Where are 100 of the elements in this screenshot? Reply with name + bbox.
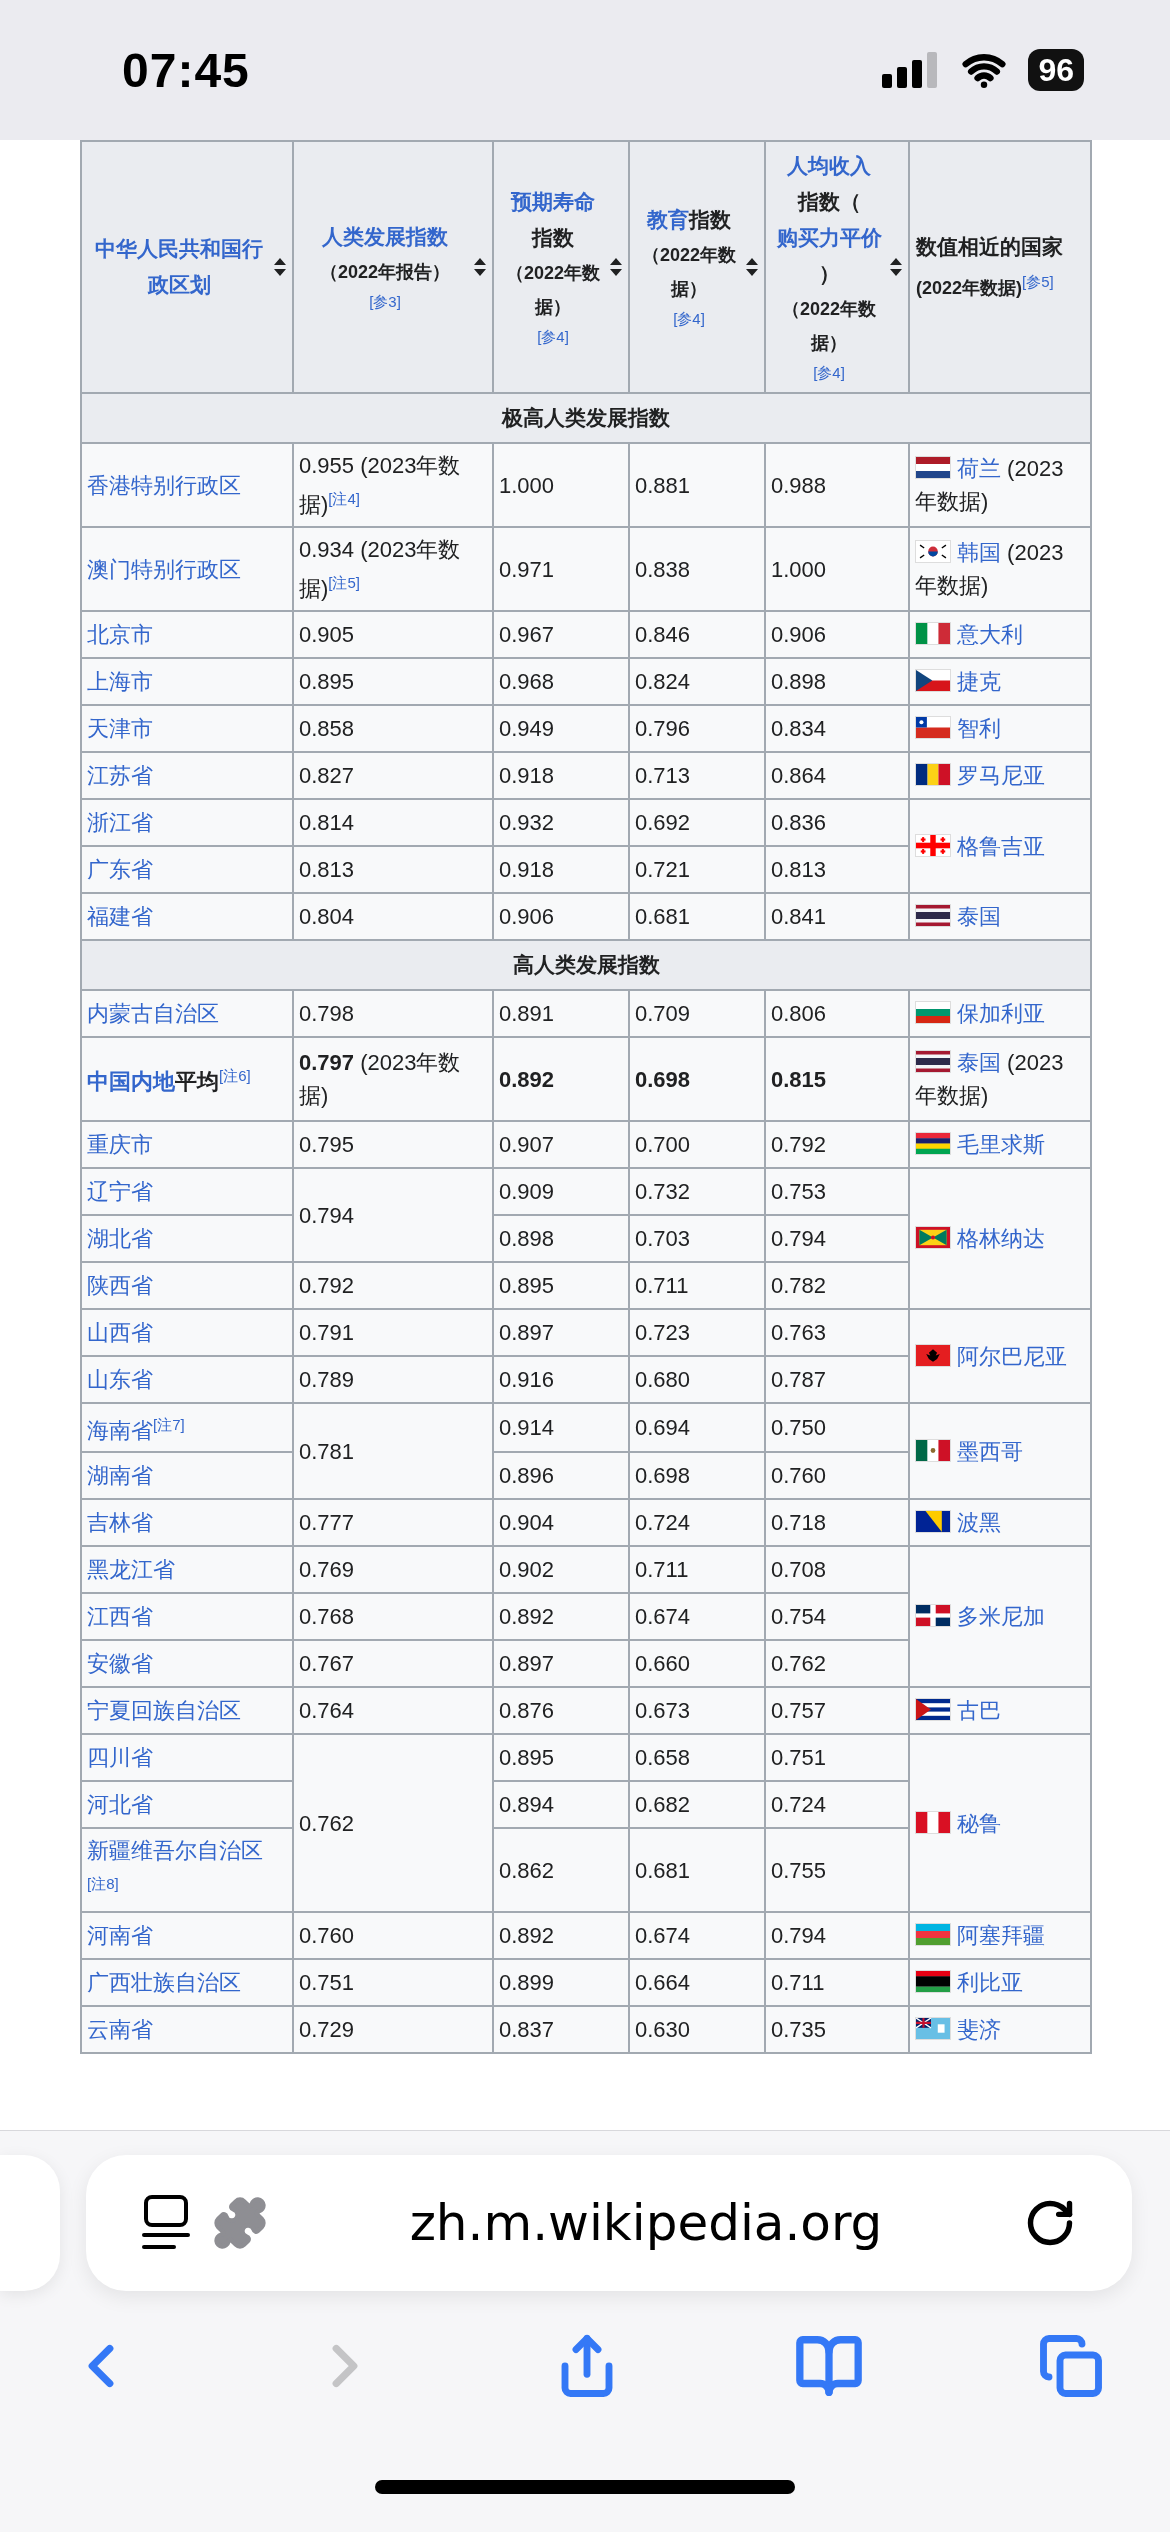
region-link[interactable]: 河北省 bbox=[87, 1792, 153, 1818]
region-link[interactable]: 新疆维吾尔自治区 bbox=[87, 1838, 263, 1864]
sort-icon[interactable] bbox=[610, 258, 622, 276]
country-link[interactable]: 利比亚 bbox=[957, 1970, 1023, 1996]
table-cell: 0.724 bbox=[629, 1499, 765, 1547]
sort-icon[interactable] bbox=[474, 258, 486, 276]
country-link[interactable]: 荷兰 bbox=[957, 456, 1001, 481]
hdi-value: 0.895 bbox=[299, 669, 355, 694]
region-link[interactable]: 福建省 bbox=[87, 904, 153, 929]
note-link[interactable]: [注8] bbox=[87, 1867, 119, 1901]
heading-link[interactable]: 购买力平价 bbox=[776, 220, 882, 256]
region-link[interactable]: 北京市 bbox=[87, 622, 153, 647]
table-cell: 0.846 bbox=[629, 611, 765, 658]
section-heading: 极高人类发展指数 bbox=[81, 393, 1091, 443]
region-link[interactable]: 天津市 bbox=[87, 716, 153, 741]
table-cell: 0.898 bbox=[765, 658, 909, 705]
table-cell: 0.876 bbox=[493, 1687, 629, 1735]
table-cell: 0.680 bbox=[629, 1356, 765, 1403]
sort-icon[interactable] bbox=[746, 258, 758, 276]
country-link[interactable]: 多米尼加 bbox=[957, 1604, 1045, 1630]
region-link[interactable]: 湖南省 bbox=[87, 1463, 153, 1489]
hdi-value: 0.789 bbox=[299, 1367, 355, 1392]
region-link[interactable]: 海南省 bbox=[87, 1418, 153, 1444]
country-link[interactable]: 波黑 bbox=[957, 1510, 1001, 1536]
country-link[interactable]: 智利 bbox=[957, 716, 1001, 741]
address-bar[interactable]: zh.m.wikipedia.org bbox=[86, 2155, 1132, 2291]
country-link[interactable]: 阿尔巴尼亚 bbox=[957, 1343, 1067, 1369]
region-link[interactable]: 江西省 bbox=[87, 1604, 153, 1630]
country-link[interactable]: 斐济 bbox=[957, 2017, 1001, 2043]
table-cell: 0.674 bbox=[629, 1912, 765, 1960]
hdi-value: 0.858 bbox=[299, 716, 355, 741]
country-link[interactable]: 格林纳达 bbox=[957, 1226, 1045, 1251]
note-link[interactable]: [注6] bbox=[219, 1059, 251, 1093]
hdi-value: 0.905 bbox=[299, 622, 355, 647]
table-cell: 0.794 bbox=[765, 1215, 909, 1262]
note-link[interactable]: [注5] bbox=[328, 565, 360, 599]
region-link[interactable]: 云南省 bbox=[87, 2017, 153, 2043]
table-cell: 0.909 bbox=[493, 1168, 629, 1215]
region-link[interactable]: 陕西省 bbox=[87, 1273, 153, 1298]
sort-icon[interactable] bbox=[890, 258, 902, 276]
heading-link[interactable]: 人类发展指数 bbox=[322, 219, 448, 255]
reference-link[interactable]: [参5] bbox=[1022, 273, 1054, 290]
country-link[interactable]: 捷克 bbox=[957, 669, 1001, 694]
table-cell: 0.718 bbox=[765, 1499, 909, 1547]
table-cell: 0.792 bbox=[765, 1121, 909, 1168]
country-link[interactable]: 格鲁吉亚 bbox=[957, 833, 1045, 859]
note-link[interactable]: [注4] bbox=[328, 481, 360, 515]
region-link[interactable]: 上海市 bbox=[87, 669, 153, 694]
table-cell: 0.815 bbox=[765, 1037, 909, 1121]
region-link[interactable]: 山东省 bbox=[87, 1367, 153, 1392]
table-cell: 0.916 bbox=[493, 1356, 629, 1403]
region-link[interactable]: 广东省 bbox=[87, 857, 153, 882]
region-link[interactable]: 辽宁省 bbox=[87, 1179, 153, 1204]
reference-link[interactable]: [参4] bbox=[673, 306, 705, 332]
table-cell: 0.838 bbox=[629, 527, 765, 611]
table-cell: 0.673 bbox=[629, 1687, 765, 1735]
reference-link[interactable]: [参3] bbox=[369, 289, 401, 315]
column-subheading: （2022年报告） bbox=[319, 261, 450, 284]
note-link[interactable]: [注7] bbox=[153, 1408, 185, 1441]
country-link[interactable]: 秘鲁 bbox=[957, 1810, 1001, 1836]
region-link[interactable]: 江苏省 bbox=[87, 763, 153, 788]
region-link[interactable]: 四川省 bbox=[87, 1745, 153, 1771]
region-link[interactable]: 安徽省 bbox=[87, 1651, 153, 1677]
table-cell: 0.682 bbox=[629, 1781, 765, 1829]
region-link[interactable]: 重庆市 bbox=[87, 1132, 153, 1157]
reference-link[interactable]: [参4] bbox=[537, 324, 569, 350]
section-heading: 高人类发展指数 bbox=[81, 940, 1091, 990]
table-cell: 0.698 bbox=[629, 1037, 765, 1121]
heading-link[interactable]: 预期寿命 bbox=[511, 184, 595, 220]
reader-icon[interactable] bbox=[142, 2195, 190, 2251]
column-subheading: （2022年数据） bbox=[504, 262, 601, 319]
table-cell: 0.841 bbox=[765, 893, 909, 940]
region-link[interactable]: 河南省 bbox=[87, 1923, 153, 1949]
table-cell: 0.708 bbox=[765, 1546, 909, 1594]
region-link[interactable]: 浙江省 bbox=[87, 810, 153, 835]
hdi-value: 0.955 (2023年数据)$^{[注4]}$ bbox=[299, 452, 461, 518]
region-link[interactable]: 湖北省 bbox=[87, 1226, 153, 1251]
region-link[interactable]: 吉林省 bbox=[87, 1510, 153, 1536]
sort-icon[interactable] bbox=[274, 258, 286, 276]
table-cell: 0.834 bbox=[765, 705, 909, 752]
hdi-value: 0.764 bbox=[299, 1698, 355, 1724]
table-cell: 0.760 bbox=[765, 1452, 909, 1500]
country-link[interactable]: 古巴 bbox=[957, 1698, 1001, 1724]
table-cell: 0.949 bbox=[493, 705, 629, 752]
puzzle-icon[interactable] bbox=[212, 2195, 268, 2251]
heading-link[interactable]: 教育 bbox=[647, 202, 689, 238]
country-link[interactable]: 泰国 bbox=[957, 1050, 1001, 1075]
table-cell: 0.753 bbox=[765, 1168, 909, 1215]
table-cell: 0.892 bbox=[493, 1593, 629, 1641]
country-label: 泰国 (2023年数据) bbox=[915, 1050, 1064, 1108]
heading-link[interactable]: 人均收入 bbox=[787, 148, 871, 184]
country-link[interactable]: 泰国 bbox=[957, 904, 1001, 929]
status-time: 07:45 bbox=[122, 42, 250, 98]
region-link[interactable]: 中国内地 bbox=[87, 1069, 175, 1095]
country-link[interactable]: 意大利 bbox=[957, 622, 1023, 647]
region-link[interactable]: 山西省 bbox=[87, 1320, 153, 1345]
country-link[interactable]: 墨西哥 bbox=[957, 1438, 1023, 1464]
reference-link[interactable]: [参4] bbox=[813, 360, 845, 386]
hdi-value: 0.798 bbox=[299, 1001, 355, 1026]
country-link[interactable]: 韩国 bbox=[957, 540, 1001, 565]
